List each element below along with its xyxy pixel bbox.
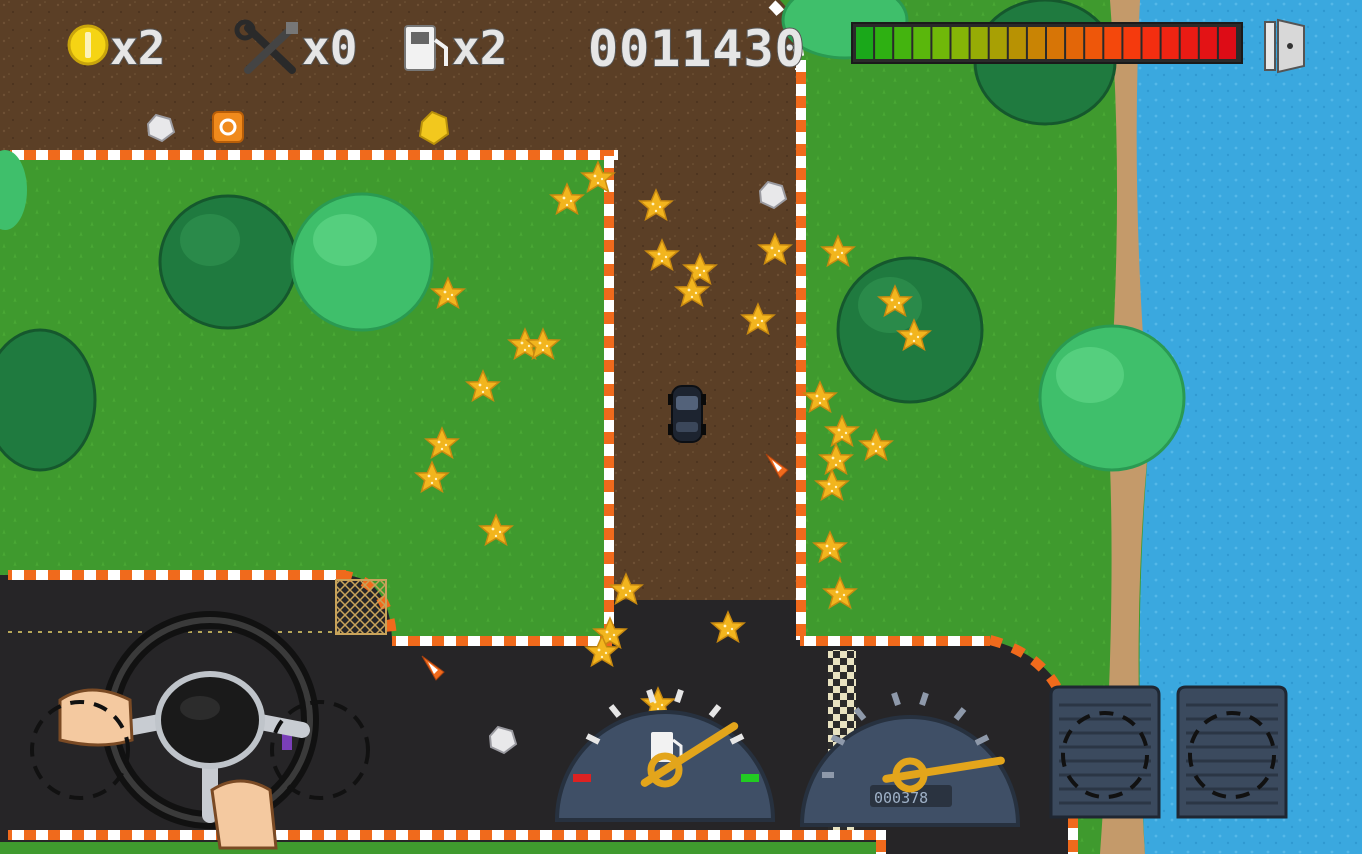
score: 0011430 [588, 20, 806, 78]
grass-strip-bottom [0, 842, 880, 854]
health-segment [1027, 27, 1045, 59]
curb-bottom [8, 830, 880, 840]
coin-icon [67, 24, 109, 66]
repairs-count: x0 [302, 21, 357, 75]
curb-top-left [10, 150, 618, 160]
bush-light-right [1038, 324, 1186, 472]
bonus-box [212, 111, 244, 143]
fence-net [335, 579, 387, 635]
curb-road-top-right [800, 636, 990, 646]
health-segment [1161, 27, 1179, 59]
right-hand-icon [210, 779, 278, 850]
health-segment [970, 27, 988, 59]
player-car [668, 385, 706, 443]
health-segment [1142, 27, 1160, 59]
health-segment [1066, 27, 1084, 59]
coins-count: x2 [110, 21, 165, 75]
health-segment [1047, 27, 1065, 59]
bush-dark-left [158, 194, 298, 330]
health-segment [875, 27, 893, 59]
fuel-empty-marker [573, 774, 591, 782]
odometer: 000378 [874, 789, 928, 807]
health-segment [1008, 27, 1026, 59]
health-segment [1085, 27, 1103, 59]
fuel-full-marker [741, 774, 759, 782]
health-segment [856, 27, 874, 59]
bush-light-left [290, 192, 434, 332]
health-segment [951, 27, 969, 59]
health-segment [1218, 27, 1236, 59]
health-segment [913, 27, 931, 59]
health-segment [932, 27, 950, 59]
curb-inner-vertical [604, 150, 614, 640]
curb-bottom-end [876, 830, 886, 854]
health-segment [894, 27, 912, 59]
health-segment [1180, 27, 1198, 59]
curb-road-top-left [8, 570, 346, 580]
exit-door-icon[interactable] [1264, 18, 1305, 74]
brake-pedal[interactable] [1049, 685, 1161, 819]
curb-right-vertical [796, 60, 806, 640]
left-hand-icon [58, 688, 134, 747]
gas-pedal[interactable] [1176, 685, 1288, 819]
health-segment [1123, 27, 1141, 59]
health-segment [989, 27, 1007, 59]
curb-road-top-mid [392, 636, 612, 646]
health-segment [1104, 27, 1122, 59]
health-bar [851, 22, 1243, 64]
fuel-count: x2 [452, 21, 507, 75]
health-segment [1199, 27, 1217, 59]
